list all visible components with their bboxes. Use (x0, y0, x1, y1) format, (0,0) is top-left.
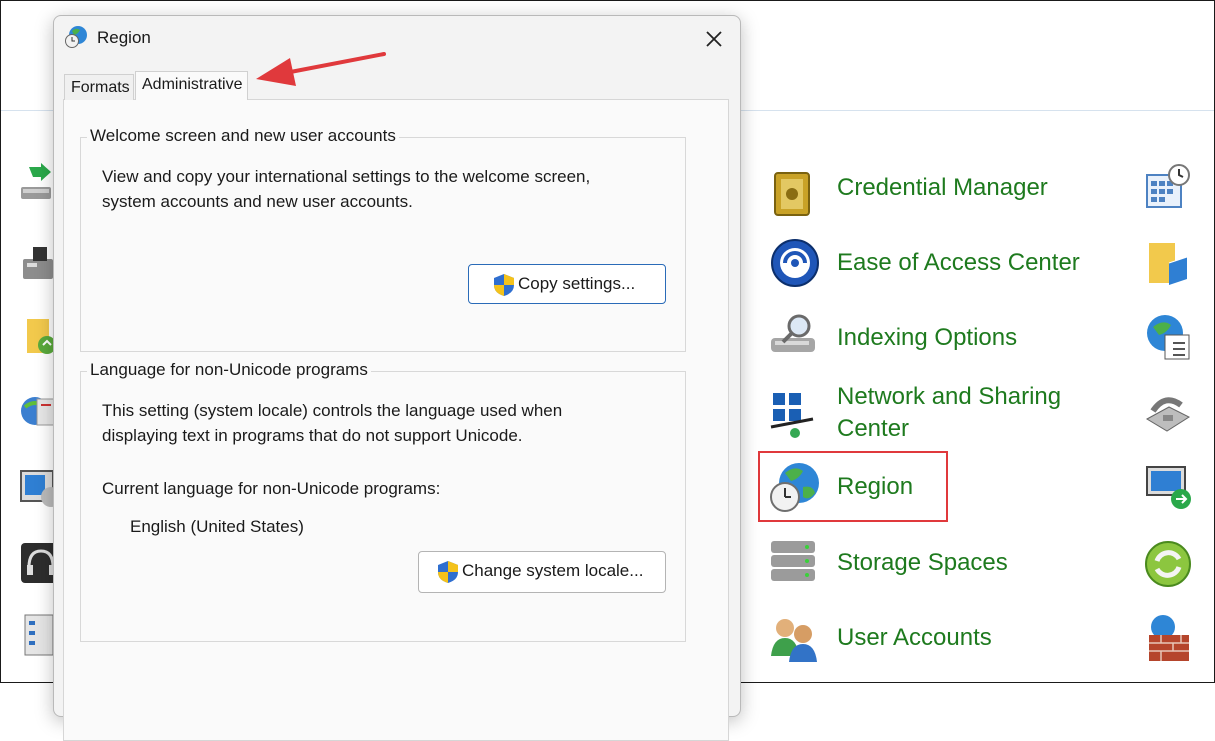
date-time-icon[interactable] (1143, 163, 1193, 213)
tab-formats[interactable]: Formats (64, 74, 134, 100)
storage-spaces-label: Storage Spaces (837, 549, 1008, 576)
user-accounts-icon (771, 619, 817, 662)
welcome-description-line1: View and copy your international setting… (102, 167, 591, 186)
remote-desktop-icon[interactable] (1143, 463, 1193, 513)
change-system-locale-label: Change system locale... (462, 561, 644, 580)
ease-of-access-label: Ease of Access Center (837, 249, 1080, 276)
network-sharing-label-line2: Center (837, 415, 910, 442)
copy-settings-label: Copy settings... (518, 274, 636, 293)
region-dialog: Region Welcome screen and new user accou… (53, 15, 741, 741)
copy-settings-button[interactable]: Copy settings... (468, 264, 666, 304)
language-description-line1: This setting (system locale) controls th… (102, 401, 563, 420)
region-highlight-box (758, 451, 948, 522)
network-sharing-icon (770, 393, 814, 438)
credential-manager-icon (774, 172, 810, 216)
network-sharing-item[interactable]: Network and Sharing Center (769, 381, 1149, 445)
dialog-title: Region (97, 28, 151, 47)
language-group: Language for non-Unicode programs This s… (80, 360, 686, 642)
firewall-icon[interactable] (1143, 613, 1193, 663)
ease-of-access-item[interactable]: Ease of Access Center (769, 239, 1149, 301)
network-sharing-label-line1: Network and Sharing (837, 383, 1062, 410)
language-description-line2: displaying text in programs that do not … (102, 426, 523, 445)
language-checklist-icon[interactable] (1143, 313, 1193, 363)
uac-shield-icon (438, 561, 458, 583)
storage-spaces-item[interactable]: Storage Spaces (769, 541, 1149, 601)
indexing-options-label: Indexing Options (837, 324, 1018, 351)
tab-administrative[interactable]: Administrative (135, 71, 248, 100)
ease-of-access-icon (771, 239, 819, 287)
change-system-locale-button[interactable]: Change system locale... (418, 551, 666, 593)
user-accounts-label: User Accounts (837, 624, 992, 651)
user-accounts-item[interactable]: User Accounts (769, 616, 1149, 676)
sync-center-icon[interactable] (1143, 539, 1193, 589)
uac-shield-icon (494, 274, 514, 296)
credential-manager-label: Credential Manager (837, 174, 1048, 201)
welcome-group-title: Welcome screen and new user accounts (87, 126, 399, 146)
work-folders-icon[interactable] (1143, 239, 1193, 289)
welcome-group: Welcome screen and new user accounts Vie… (80, 126, 686, 352)
region-icon (65, 26, 87, 48)
close-icon[interactable] (694, 22, 734, 56)
annotation-arrow (256, 52, 386, 86)
current-language-value: English (United States) (130, 517, 304, 536)
storage-spaces-icon (771, 541, 815, 581)
welcome-description-line2: system accounts and new user accounts. (102, 192, 413, 211)
current-language-label: Current language for non-Unicode program… (102, 479, 441, 498)
indexing-options-icon (771, 314, 815, 352)
language-group-title: Language for non-Unicode programs (87, 360, 371, 380)
phone-modem-icon[interactable] (1143, 389, 1193, 439)
indexing-options-item[interactable]: Indexing Options (769, 314, 1149, 376)
credential-manager-item[interactable]: Credential Manager (769, 169, 1149, 229)
tab-panel-administrative: Welcome screen and new user accounts Vie… (63, 99, 729, 741)
